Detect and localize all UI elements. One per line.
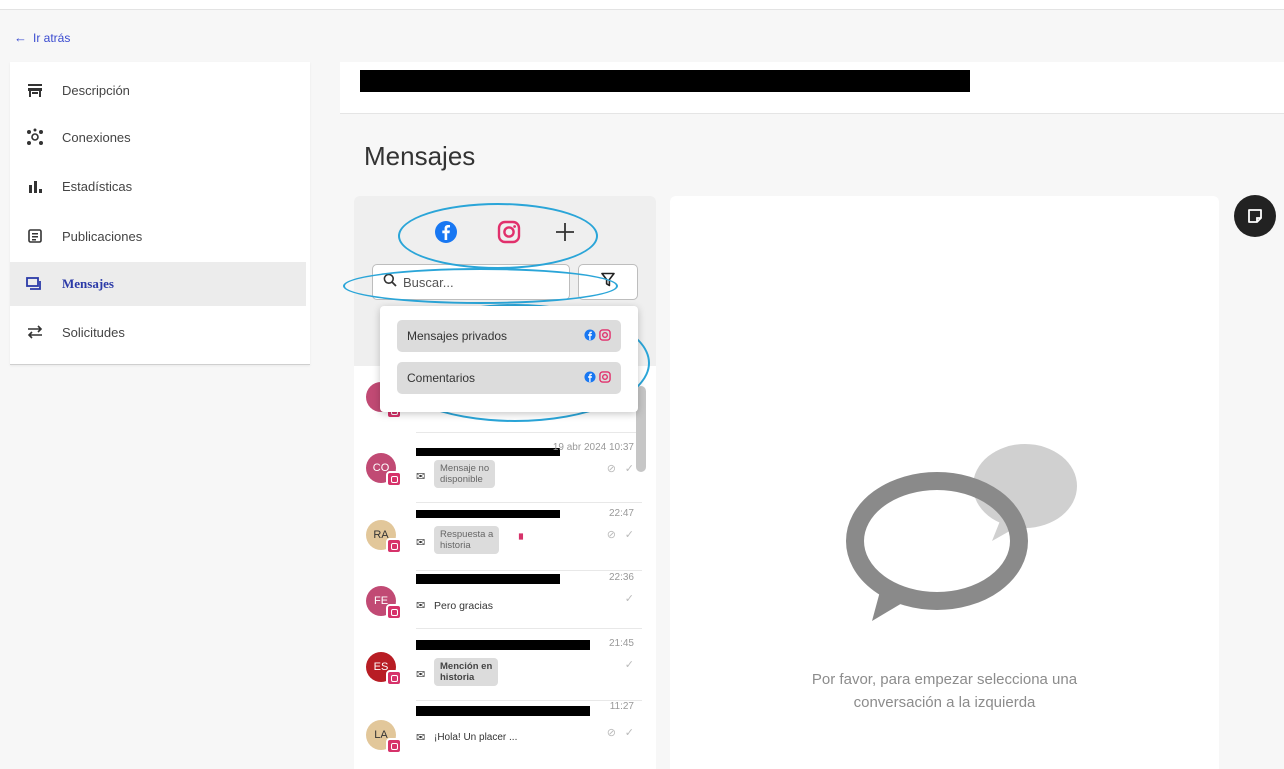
envelope-icon: ✉ xyxy=(416,669,426,681)
sidebar: Descripción Conexiones Estadísticas Publ… xyxy=(10,62,310,365)
divider xyxy=(416,432,642,433)
filter-option-comentarios[interactable]: Comentarios xyxy=(397,362,621,394)
redacted-block xyxy=(416,448,560,456)
header-card xyxy=(340,62,1284,114)
instagram-icon[interactable] xyxy=(496,219,522,245)
search-icon xyxy=(383,273,397,292)
bar-chart-icon xyxy=(26,177,44,195)
redacted-block xyxy=(416,574,560,584)
envelope-icon: ✉ xyxy=(416,471,426,483)
store-icon xyxy=(26,81,44,99)
network-icon xyxy=(26,128,44,146)
timestamp: 22:47 xyxy=(608,508,634,519)
network-selector xyxy=(354,214,656,250)
top-bar xyxy=(0,0,1284,10)
facebook-icon xyxy=(584,371,596,383)
message-preview: ¡Hola! Un placer ... xyxy=(434,732,518,743)
divider xyxy=(416,700,642,701)
add-icon[interactable] xyxy=(552,219,578,245)
check-icon: ✓ xyxy=(624,463,634,475)
filter-dropdown: Mensajes privados Comentarios xyxy=(380,306,638,412)
conversation-list: CO 19 abr 2024 10:37 ✉ Mensaje no disponi… xyxy=(354,366,656,769)
sidebar-item-label: Mensajes xyxy=(62,276,114,291)
sidebar-item-estadisticas[interactable]: Estadísticas xyxy=(10,164,306,208)
redacted-block xyxy=(416,640,590,650)
message-tag: Mensaje no disponible xyxy=(434,460,496,488)
story-icon: ▘ xyxy=(519,534,528,546)
sidebar-item-label: Conexiones xyxy=(62,129,131,145)
envelope-icon: ✉ xyxy=(416,537,426,549)
instagram-icon xyxy=(386,670,402,686)
redacted-block xyxy=(416,510,560,518)
instagram-icon xyxy=(386,604,402,620)
eye-off-icon: ⊘ xyxy=(606,727,616,739)
instagram-icon xyxy=(386,538,402,554)
envelope-icon: ✉ xyxy=(416,732,426,744)
search-input[interactable] xyxy=(403,274,553,290)
chat-icon xyxy=(26,275,44,293)
swap-arrows-icon xyxy=(26,323,44,341)
eye-off-icon: ⊘ xyxy=(606,463,616,475)
notes-button[interactable] xyxy=(1234,195,1276,237)
timestamp: 11:27 xyxy=(609,701,634,712)
conversation-panel: CO 19 abr 2024 10:37 ✉ Mensaje nodisponi… xyxy=(354,196,656,769)
facebook-icon[interactable] xyxy=(433,219,459,245)
sidebar-item-label: Estadísticas xyxy=(62,178,133,194)
document-icon xyxy=(26,227,44,245)
conversation-detail-panel: Por favor, para empezar selecciona una c… xyxy=(670,196,1219,769)
sidebar-item-label: Solicitudes xyxy=(62,324,125,340)
list-item[interactable]: RA 22:47 ✉ Respuesta a historia ▘ ⊘ ✓ xyxy=(354,508,644,570)
check-icon: ✓ xyxy=(624,727,634,739)
instagram-icon xyxy=(599,329,611,341)
empty-state-message: Por favor, para empezar selecciona una c… xyxy=(811,671,1078,711)
list-item[interactable]: FE 22:36 ✉ Pero gracias ✓ xyxy=(354,572,644,634)
sidebar-item-solicitudes[interactable]: Solicitudes xyxy=(10,310,306,354)
message-tag: Mención en historia xyxy=(434,658,499,686)
filter-option-label: Mensajes privados xyxy=(407,329,508,343)
divider xyxy=(416,570,642,571)
note-icon xyxy=(1248,209,1262,223)
filter-icon xyxy=(601,272,615,292)
instagram-icon xyxy=(599,371,611,383)
divider xyxy=(416,628,642,629)
sidebar-item-label: Publicaciones xyxy=(62,228,143,244)
filter-button[interactable] xyxy=(578,264,638,300)
sidebar-item-descripcion[interactable]: Descripción xyxy=(10,68,306,112)
filter-option-mensajes-privados[interactable]: Mensajes privados xyxy=(397,320,621,352)
search-box xyxy=(372,264,570,300)
sidebar-item-publicaciones[interactable]: Publicaciones xyxy=(10,214,306,258)
message-preview: Pero gracias xyxy=(434,600,493,612)
instagram-icon xyxy=(386,471,402,487)
page-title: Mensajes xyxy=(364,141,476,171)
divider xyxy=(416,502,642,503)
message-tag: Respuesta a historia xyxy=(434,526,500,554)
list-item[interactable]: CO 19 abr 2024 10:37 ✉ Mensaje no disponi… xyxy=(354,440,644,502)
timestamp: 22:36 xyxy=(608,572,634,583)
redacted-block xyxy=(416,706,590,716)
arrow-left-icon: ← xyxy=(14,30,27,45)
check-icon: ✓ xyxy=(624,529,634,541)
list-item[interactable]: LA 11:27 ✉ ¡Hola! Un placer ... ⊘ ✓ xyxy=(354,701,644,766)
eye-off-icon: ⊘ xyxy=(606,529,616,541)
timestamp: 21:45 xyxy=(608,638,634,649)
page-title-area: Mensajes xyxy=(340,115,1284,195)
instagram-icon xyxy=(386,738,402,754)
list-item[interactable]: ES 21:45 ✉ Mención en historia ✓ xyxy=(354,638,644,700)
check-icon: ✓ xyxy=(624,593,634,605)
chat-bubbles-icon xyxy=(846,444,1077,621)
redacted-block xyxy=(360,70,970,92)
sidebar-item-label: Descripción xyxy=(62,82,130,98)
filter-option-label: Comentarios xyxy=(407,371,476,385)
envelope-icon: ✉ xyxy=(416,600,426,612)
timestamp: 19 abr 2024 10:37 xyxy=(552,442,634,453)
back-label: Ir atrás xyxy=(33,30,71,45)
facebook-icon xyxy=(584,329,596,341)
sidebar-item-mensajes[interactable]: Mensajes xyxy=(10,262,306,306)
back-link[interactable]: ← Ir atrás xyxy=(14,30,70,45)
check-icon: ✓ xyxy=(624,659,634,671)
sidebar-item-conexiones[interactable]: Conexiones xyxy=(10,115,306,159)
